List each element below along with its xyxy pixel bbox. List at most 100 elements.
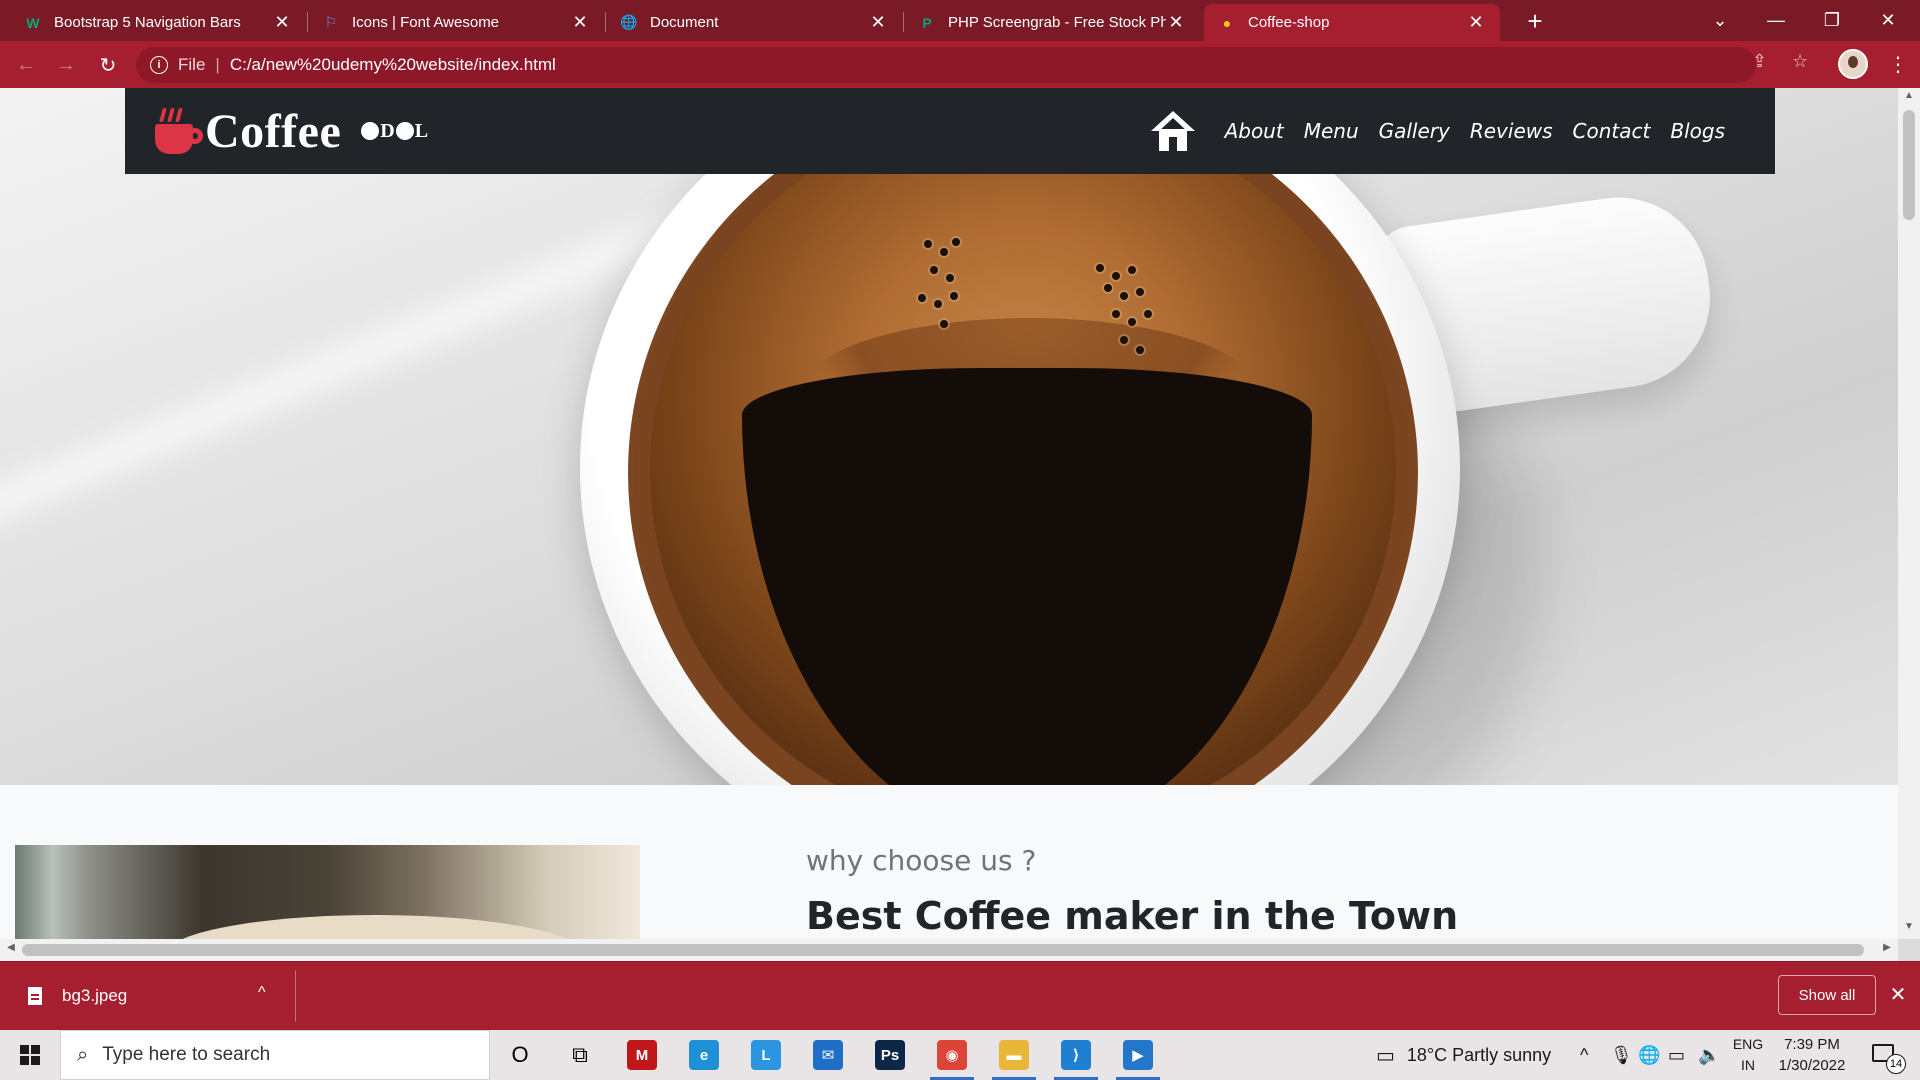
font-awesome-flag-icon: ⚐ [324, 14, 338, 30]
home-icon[interactable] [1150, 111, 1195, 151]
tab-search-button[interactable]: ⌄ [1696, 4, 1744, 36]
new-tab-button[interactable]: + [1520, 6, 1550, 36]
coffee-bubble [1112, 310, 1120, 318]
search-placeholder: Type here to search [102, 1044, 271, 1065]
horizontal-scroll-thumb[interactable] [22, 944, 1864, 956]
weather-icon: ▭ [1376, 1044, 1395, 1067]
brand-sub-logo: D L [361, 120, 429, 143]
file-explorer-icon[interactable]: ▬ [988, 1035, 1040, 1080]
weather-widget[interactable]: ▭ 18°C Partly sunny [1376, 1030, 1551, 1080]
horizontal-scrollbar[interactable]: ◀ ▶ [0, 939, 1898, 961]
nav-link-contact[interactable]: Contact [1573, 119, 1651, 143]
tab-close-icon[interactable]: ✕ [1166, 12, 1186, 33]
browser-tab[interactable]: ⚐ Icons | Font Awesome ✕ [308, 4, 604, 41]
tab-close-icon[interactable]: ✕ [1466, 12, 1486, 33]
address-url[interactable]: C:/a/new%20udemy%20website/index.html [230, 55, 556, 75]
nav-link-about[interactable]: About [1225, 119, 1284, 143]
globe-icon: 🌐 [620, 14, 638, 30]
vscode-icon[interactable]: ⟩ [1050, 1035, 1102, 1080]
browser-tab[interactable]: P PHP Screengrab - Free Stock Phot ✕ [904, 4, 1200, 41]
coffee-bubble [950, 292, 958, 300]
restore-button[interactable]: ❐ [1808, 4, 1856, 36]
nav-link-reviews[interactable]: Reviews [1470, 119, 1553, 143]
browser-tab[interactable]: ● Coffee-shop ✕ [1204, 4, 1500, 41]
profile-avatar[interactable] [1838, 49, 1868, 79]
coffee-bubble [1128, 266, 1136, 274]
reload-button[interactable]: ↻ [92, 49, 124, 81]
download-item[interactable]: bg3.jpeg [0, 962, 295, 1030]
weather-text: 18°C Partly sunny [1406, 1044, 1552, 1065]
start-button[interactable] [0, 1030, 60, 1080]
tab-close-icon[interactable]: ✕ [570, 12, 590, 33]
coffee-bubble [1120, 292, 1128, 300]
scroll-left-arrow[interactable]: ◀ [3, 942, 19, 953]
mail-icon[interactable]: ✉ [802, 1035, 854, 1075]
share-icon[interactable]: ⇪ [1752, 51, 1767, 72]
coffee-bubble [930, 266, 938, 274]
notification-count-badge: 14 [1886, 1054, 1906, 1074]
nav-link-gallery[interactable]: Gallery [1379, 119, 1450, 143]
vertical-scrollbar[interactable]: ▲ ▼ [1898, 88, 1920, 939]
system-clock[interactable]: 7:39 PM 1/30/2022 [1770, 1034, 1854, 1076]
bookmark-star-icon[interactable]: ☆ [1792, 51, 1808, 72]
forward-button[interactable]: → [50, 49, 82, 81]
clock-date: 1/30/2022 [1778, 1057, 1846, 1074]
tab-close-icon[interactable]: ✕ [868, 12, 888, 33]
download-shelf: bg3.jpeg ^ Show all ✕ [0, 961, 1920, 1030]
browser-tab[interactable]: 🌐 Document ✕ [606, 4, 902, 41]
volume-icon[interactable]: 🔈 [1698, 1030, 1720, 1080]
lark-icon[interactable]: L [740, 1035, 792, 1075]
mcafee-icon[interactable]: M [616, 1035, 668, 1075]
browser-tab[interactable]: W Bootstrap 5 Navigation Bars ✕ [10, 4, 306, 41]
browser-menu-button[interactable]: ⋮ [1888, 49, 1908, 79]
file-icon [28, 987, 42, 1005]
tab-title: Bootstrap 5 Navigation Bars [54, 14, 241, 31]
browser-tab-strip: W Bootstrap 5 Navigation Bars ✕ ⚐ Icons | Fo… [0, 0, 1920, 41]
scroll-down-arrow[interactable]: ▼ [1898, 921, 1920, 937]
vertical-scroll-thumb[interactable] [1903, 110, 1915, 220]
w3schools-icon: W [26, 14, 40, 31]
pexels-icon: P [922, 14, 932, 31]
close-download-shelf-button[interactable]: ✕ [1886, 982, 1910, 1006]
battery-icon[interactable]: ▭ [1668, 1030, 1685, 1080]
photoshop-icon[interactable]: Ps [864, 1035, 916, 1075]
back-button[interactable]: ← [10, 49, 42, 81]
scroll-right-arrow[interactable]: ▶ [1879, 942, 1895, 953]
coffee-bubble [1096, 264, 1104, 272]
download-options-caret[interactable]: ^ [258, 984, 266, 1002]
about-section-image [15, 845, 640, 939]
notification-center-icon[interactable]: 14 [1866, 1040, 1906, 1074]
scroll-up-arrow[interactable]: ▲ [1898, 90, 1920, 106]
address-bar[interactable]: i File | C:/a/new%20udemy%20website/inde… [136, 47, 1756, 83]
windows-logo-icon [20, 1045, 40, 1065]
taskbar-search-box[interactable]: ⌕ Type here to search [60, 1030, 490, 1080]
media-player-icon[interactable]: ▶ [1112, 1035, 1164, 1080]
coffee-bubble [940, 248, 948, 256]
input-language[interactable]: ENG IN [1728, 1034, 1768, 1076]
show-all-downloads-button[interactable]: Show all [1778, 975, 1876, 1015]
window-close-button[interactable]: ✕ [1864, 4, 1912, 36]
site-navbar: Coffee D L About Menu Gallery Reviews Contac… [125, 88, 1775, 174]
cortana-icon[interactable]: O [494, 1035, 546, 1075]
chrome-icon[interactable]: ◉ [926, 1035, 978, 1080]
site-info-icon[interactable]: i [150, 56, 168, 74]
minimize-button[interactable]: — [1752, 4, 1800, 36]
coffee-bubble [1136, 346, 1144, 354]
coffee-cup-icon [153, 108, 203, 154]
nav-link-menu[interactable]: Menu [1304, 119, 1359, 143]
coffee-bubble [1112, 272, 1120, 280]
edge-icon[interactable]: e [678, 1035, 730, 1075]
tab-title: Coffee-shop [1248, 14, 1330, 31]
nav-link-blogs[interactable]: Blogs [1670, 119, 1725, 143]
coffee-bubble [946, 274, 954, 282]
tray-overflow-arrow[interactable]: ^ [1580, 1030, 1588, 1080]
tab-title: Icons | Font Awesome [352, 14, 500, 31]
search-icon: ⌕ [77, 1043, 89, 1066]
hero-coffee-image [0, 88, 1898, 785]
tab-close-icon[interactable]: ✕ [272, 12, 292, 33]
brand-logo[interactable]: Coffee D L [153, 102, 429, 160]
task-view-icon[interactable]: ⧉ [554, 1035, 606, 1075]
microphone-icon[interactable]: 🎙 [1610, 1030, 1633, 1080]
clock-time: 7:39 PM [1784, 1036, 1840, 1053]
network-globe-icon[interactable]: 🌐 [1638, 1030, 1660, 1080]
